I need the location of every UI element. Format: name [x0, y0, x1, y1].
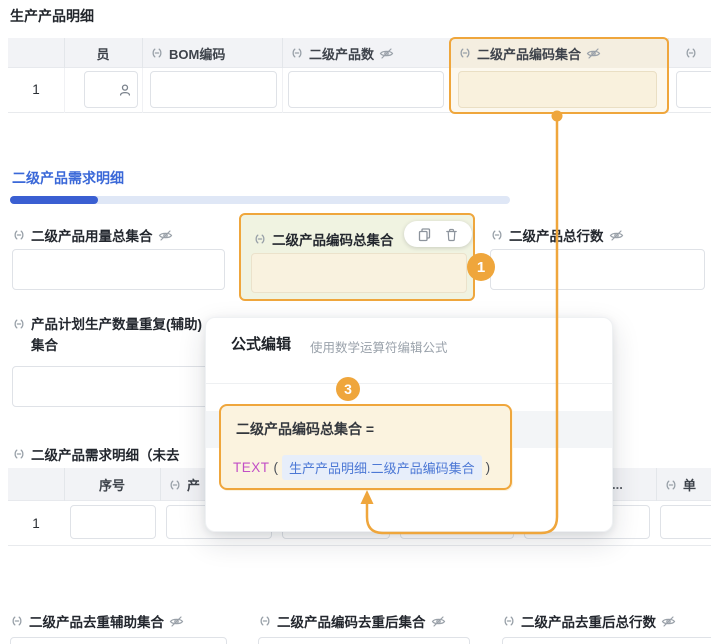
- step-badge-3: 3: [336, 377, 360, 401]
- paren-close: ): [486, 460, 491, 475]
- field-label-text: 二级产品去重后总行数: [521, 611, 656, 631]
- copy-icon[interactable]: [417, 227, 432, 242]
- field-action-pill: [404, 221, 472, 247]
- row-serial: 1: [8, 516, 64, 531]
- column-header-prod-label: 产: [187, 475, 200, 494]
- column-header-seq-label: 序号: [99, 475, 125, 494]
- link-icon: [12, 317, 26, 331]
- field-label-demand-detail: 二级产品需求明细（未去: [12, 444, 180, 464]
- field-label-code-total: 二级产品编码总集合: [253, 229, 394, 249]
- column-header-unit-label: 单: [683, 475, 696, 494]
- popup-divider: [206, 383, 612, 384]
- formula-expression[interactable]: TEXT ( 生产产品明细.二级产品编码集合 ): [233, 455, 490, 480]
- column-header-count-label: 二级产品数: [309, 44, 374, 63]
- eye-off-icon: [158, 228, 173, 243]
- clipped-input[interactable]: [676, 71, 711, 108]
- step-badge-1: 1: [467, 253, 495, 281]
- section-progress-fill: [10, 196, 98, 204]
- column-header-count[interactable]: 二级产品数: [290, 38, 394, 68]
- person-icon: [118, 83, 132, 97]
- form-designer-screen: 生产产品明细 员 BOM编码 二级产品数: [0, 0, 711, 644]
- link-icon: [458, 46, 472, 60]
- popup-title: 公式编辑: [231, 333, 291, 354]
- column-header-ellipsis[interactable]: ...: [612, 468, 623, 501]
- link-icon: [490, 228, 504, 242]
- count-input[interactable]: [288, 71, 444, 108]
- eye-off-icon: [586, 46, 601, 61]
- seq-input[interactable]: [70, 505, 156, 539]
- field-reference-chip[interactable]: 生产产品明细.二级产品编码集合: [282, 455, 482, 480]
- field-label-dedup-aux: 二级产品去重辅助集合: [10, 611, 184, 631]
- eye-off-icon: [169, 614, 184, 629]
- field-label-plan-repeat: 产品计划生产数量重复(辅助)集合: [12, 314, 208, 356]
- plan-repeat-input[interactable]: [12, 366, 223, 407]
- column-header-member-label: 员: [96, 44, 109, 63]
- field-label-usage-total: 二级产品用量总集合: [12, 225, 173, 245]
- link-icon: [253, 232, 267, 246]
- dedup-rows-input[interactable]: [502, 637, 711, 644]
- link-icon: [12, 447, 26, 461]
- column-header-prod[interactable]: 产: [168, 468, 200, 501]
- field-label-row-total: 二级产品总行数: [490, 225, 624, 245]
- member-picker-input[interactable]: [84, 71, 138, 108]
- bom-code-input[interactable]: [150, 71, 277, 108]
- paren-open: (: [274, 460, 279, 475]
- column-header-ellipsis-label: ...: [612, 477, 623, 492]
- column-header-seq[interactable]: 序号: [64, 468, 160, 501]
- dedup-aux-input[interactable]: [10, 637, 227, 644]
- link-icon: [10, 614, 24, 628]
- link-icon: [684, 46, 698, 60]
- code-total-input[interactable]: [251, 253, 467, 293]
- usage-total-input[interactable]: [12, 249, 225, 290]
- field-label-text: 二级产品编码总集合: [272, 229, 394, 249]
- link-icon: [258, 614, 272, 628]
- field-label-text: 二级产品总行数: [509, 225, 604, 245]
- column-header-bom[interactable]: BOM编码: [150, 38, 225, 68]
- formula-edit-popup: 公式编辑 使用数学运算符编辑公式 二级产品编码总集合 = TEXT ( 生产产品…: [205, 317, 613, 532]
- row-serial: 1: [8, 82, 64, 97]
- field-label-text: 产品计划生产数量重复(辅助)集合: [31, 314, 208, 356]
- field-label-text: 二级产品编码去重后集合: [277, 611, 426, 631]
- field-label-dedup-codes: 二级产品编码去重后集合: [258, 611, 446, 631]
- section-title[interactable]: 二级产品需求明细: [12, 168, 124, 188]
- link-icon: [502, 614, 516, 628]
- link-icon: [150, 46, 164, 60]
- formula-target: 二级产品编码总集合 =: [236, 411, 374, 448]
- eye-off-icon: [431, 614, 446, 629]
- field-label-dedup-rows: 二级产品去重后总行数: [502, 611, 676, 631]
- row-total-input[interactable]: [490, 249, 705, 290]
- eye-off-icon: [609, 228, 624, 243]
- field-label-text: 二级产品需求明细（未去: [31, 444, 180, 464]
- field-label-text: 二级产品去重辅助集合: [29, 611, 164, 631]
- link-icon: [168, 478, 182, 492]
- field-label-text: 二级产品用量总集合: [31, 225, 153, 245]
- page-title: 生产产品明细: [10, 6, 94, 26]
- column-header-codes[interactable]: 二级产品编码集合: [458, 38, 601, 68]
- eye-off-icon: [661, 614, 676, 629]
- column-header-member[interactable]: 员: [64, 38, 142, 68]
- dedup-codes-input[interactable]: [258, 637, 470, 644]
- unit-input[interactable]: [660, 505, 711, 539]
- link-icon: [664, 478, 678, 492]
- column-header-unit[interactable]: 单: [664, 468, 696, 501]
- link-icon: [290, 46, 304, 60]
- link-icon: [12, 228, 26, 242]
- column-header-codes-label: 二级产品编码集合: [477, 44, 581, 63]
- production-detail-table: 员 BOM编码 二级产品数 二级产品编码集合 1: [8, 38, 711, 113]
- codes-collection-input[interactable]: [458, 71, 657, 108]
- column-header-bom-label: BOM编码: [169, 44, 225, 63]
- popup-subtitle: 使用数学运算符编辑公式: [310, 337, 448, 356]
- trash-icon[interactable]: [444, 227, 459, 242]
- eye-off-icon: [379, 46, 394, 61]
- column-header-clipped[interactable]: [684, 38, 698, 68]
- function-name: TEXT: [233, 460, 270, 475]
